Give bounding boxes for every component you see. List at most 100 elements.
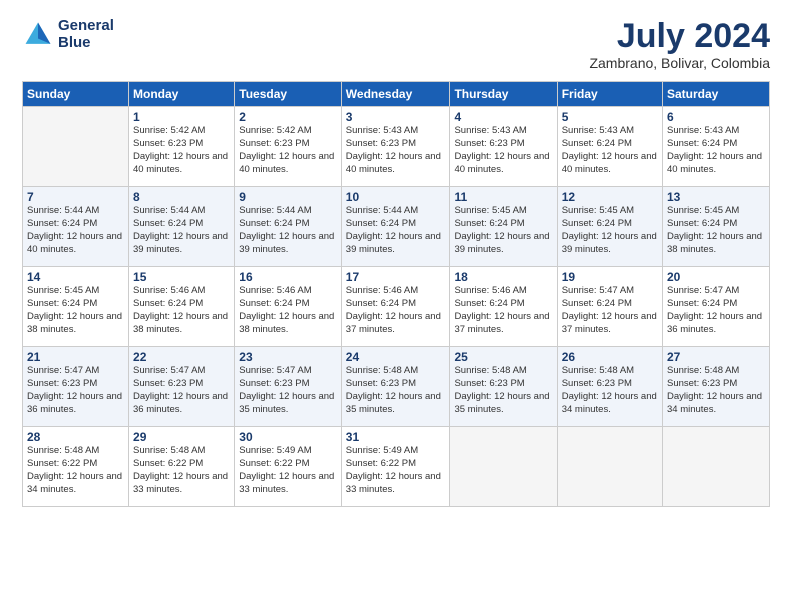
day-cell: 21 Sunrise: 5:47 AM Sunset: 6:23 PM Dayl… xyxy=(23,347,129,427)
day-cell: 26 Sunrise: 5:48 AM Sunset: 6:23 PM Dayl… xyxy=(557,347,662,427)
week-row-3: 14 Sunrise: 5:45 AM Sunset: 6:24 PM Dayl… xyxy=(23,267,770,347)
logo: General Blue xyxy=(22,18,114,51)
day-info: Sunrise: 5:47 AM Sunset: 6:23 PM Dayligh… xyxy=(27,365,124,416)
day-info: Sunrise: 5:47 AM Sunset: 6:24 PM Dayligh… xyxy=(562,285,658,336)
day-cell: 29 Sunrise: 5:48 AM Sunset: 6:22 PM Dayl… xyxy=(129,427,235,507)
day-cell: 19 Sunrise: 5:47 AM Sunset: 6:24 PM Dayl… xyxy=(557,267,662,347)
day-cell: 6 Sunrise: 5:43 AM Sunset: 6:24 PM Dayli… xyxy=(663,107,770,187)
day-cell: 3 Sunrise: 5:43 AM Sunset: 6:23 PM Dayli… xyxy=(341,107,450,187)
day-number: 24 xyxy=(346,350,446,364)
day-cell: 1 Sunrise: 5:42 AM Sunset: 6:23 PM Dayli… xyxy=(129,107,235,187)
day-number: 19 xyxy=(562,270,658,284)
col-tuesday: Tuesday xyxy=(235,82,342,107)
day-info: Sunrise: 5:46 AM Sunset: 6:24 PM Dayligh… xyxy=(454,285,552,336)
day-cell: 16 Sunrise: 5:46 AM Sunset: 6:24 PM Dayl… xyxy=(235,267,342,347)
title-block: July 2024 Zambrano, Bolivar, Colombia xyxy=(589,18,770,71)
day-number: 22 xyxy=(133,350,230,364)
day-number: 4 xyxy=(454,110,552,124)
day-info: Sunrise: 5:48 AM Sunset: 6:22 PM Dayligh… xyxy=(133,445,230,496)
day-number: 6 xyxy=(667,110,765,124)
day-number: 16 xyxy=(239,270,337,284)
day-cell: 18 Sunrise: 5:46 AM Sunset: 6:24 PM Dayl… xyxy=(450,267,557,347)
day-cell xyxy=(450,427,557,507)
day-cell: 12 Sunrise: 5:45 AM Sunset: 6:24 PM Dayl… xyxy=(557,187,662,267)
day-number: 7 xyxy=(27,190,124,204)
day-cell: 25 Sunrise: 5:48 AM Sunset: 6:23 PM Dayl… xyxy=(450,347,557,427)
week-row-1: 1 Sunrise: 5:42 AM Sunset: 6:23 PM Dayli… xyxy=(23,107,770,187)
week-row-2: 7 Sunrise: 5:44 AM Sunset: 6:24 PM Dayli… xyxy=(23,187,770,267)
day-cell: 11 Sunrise: 5:45 AM Sunset: 6:24 PM Dayl… xyxy=(450,187,557,267)
col-monday: Monday xyxy=(129,82,235,107)
day-cell: 2 Sunrise: 5:42 AM Sunset: 6:23 PM Dayli… xyxy=(235,107,342,187)
day-number: 17 xyxy=(346,270,446,284)
day-number: 27 xyxy=(667,350,765,364)
day-cell: 15 Sunrise: 5:46 AM Sunset: 6:24 PM Dayl… xyxy=(129,267,235,347)
day-info: Sunrise: 5:48 AM Sunset: 6:23 PM Dayligh… xyxy=(346,365,446,416)
day-cell: 13 Sunrise: 5:45 AM Sunset: 6:24 PM Dayl… xyxy=(663,187,770,267)
day-cell: 7 Sunrise: 5:44 AM Sunset: 6:24 PM Dayli… xyxy=(23,187,129,267)
col-thursday: Thursday xyxy=(450,82,557,107)
day-info: Sunrise: 5:47 AM Sunset: 6:24 PM Dayligh… xyxy=(667,285,765,336)
calendar-body: 1 Sunrise: 5:42 AM Sunset: 6:23 PM Dayli… xyxy=(23,107,770,507)
day-info: Sunrise: 5:48 AM Sunset: 6:23 PM Dayligh… xyxy=(562,365,658,416)
day-number: 13 xyxy=(667,190,765,204)
day-info: Sunrise: 5:48 AM Sunset: 6:22 PM Dayligh… xyxy=(27,445,124,496)
day-cell xyxy=(557,427,662,507)
day-info: Sunrise: 5:48 AM Sunset: 6:23 PM Dayligh… xyxy=(454,365,552,416)
week-row-4: 21 Sunrise: 5:47 AM Sunset: 6:23 PM Dayl… xyxy=(23,347,770,427)
day-cell: 28 Sunrise: 5:48 AM Sunset: 6:22 PM Dayl… xyxy=(23,427,129,507)
day-cell: 22 Sunrise: 5:47 AM Sunset: 6:23 PM Dayl… xyxy=(129,347,235,427)
day-cell: 23 Sunrise: 5:47 AM Sunset: 6:23 PM Dayl… xyxy=(235,347,342,427)
day-number: 2 xyxy=(239,110,337,124)
month-title: July 2024 xyxy=(589,18,770,55)
day-number: 15 xyxy=(133,270,230,284)
day-cell: 5 Sunrise: 5:43 AM Sunset: 6:24 PM Dayli… xyxy=(557,107,662,187)
day-number: 30 xyxy=(239,430,337,444)
day-info: Sunrise: 5:45 AM Sunset: 6:24 PM Dayligh… xyxy=(562,205,658,256)
day-cell: 14 Sunrise: 5:45 AM Sunset: 6:24 PM Dayl… xyxy=(23,267,129,347)
day-number: 3 xyxy=(346,110,446,124)
day-number: 25 xyxy=(454,350,552,364)
day-number: 23 xyxy=(239,350,337,364)
day-number: 9 xyxy=(239,190,337,204)
col-sunday: Sunday xyxy=(23,82,129,107)
day-number: 31 xyxy=(346,430,446,444)
day-info: Sunrise: 5:49 AM Sunset: 6:22 PM Dayligh… xyxy=(346,445,446,496)
day-info: Sunrise: 5:47 AM Sunset: 6:23 PM Dayligh… xyxy=(239,365,337,416)
day-cell xyxy=(663,427,770,507)
day-number: 5 xyxy=(562,110,658,124)
day-info: Sunrise: 5:44 AM Sunset: 6:24 PM Dayligh… xyxy=(346,205,446,256)
day-cell: 27 Sunrise: 5:48 AM Sunset: 6:23 PM Dayl… xyxy=(663,347,770,427)
day-info: Sunrise: 5:44 AM Sunset: 6:24 PM Dayligh… xyxy=(239,205,337,256)
col-saturday: Saturday xyxy=(663,82,770,107)
day-number: 14 xyxy=(27,270,124,284)
day-info: Sunrise: 5:46 AM Sunset: 6:24 PM Dayligh… xyxy=(239,285,337,336)
col-wednesday: Wednesday xyxy=(341,82,450,107)
logo-text: General Blue xyxy=(58,18,114,51)
week-row-5: 28 Sunrise: 5:48 AM Sunset: 6:22 PM Dayl… xyxy=(23,427,770,507)
header: General Blue July 2024 Zambrano, Bolivar… xyxy=(22,18,770,71)
day-cell: 20 Sunrise: 5:47 AM Sunset: 6:24 PM Dayl… xyxy=(663,267,770,347)
day-info: Sunrise: 5:43 AM Sunset: 6:23 PM Dayligh… xyxy=(454,125,552,176)
day-number: 1 xyxy=(133,110,230,124)
day-cell: 10 Sunrise: 5:44 AM Sunset: 6:24 PM Dayl… xyxy=(341,187,450,267)
col-friday: Friday xyxy=(557,82,662,107)
logo-icon xyxy=(22,19,54,51)
day-number: 11 xyxy=(454,190,552,204)
day-cell: 30 Sunrise: 5:49 AM Sunset: 6:22 PM Dayl… xyxy=(235,427,342,507)
day-info: Sunrise: 5:47 AM Sunset: 6:23 PM Dayligh… xyxy=(133,365,230,416)
day-cell: 17 Sunrise: 5:46 AM Sunset: 6:24 PM Dayl… xyxy=(341,267,450,347)
page: General Blue July 2024 Zambrano, Bolivar… xyxy=(0,0,792,612)
day-number: 20 xyxy=(667,270,765,284)
day-info: Sunrise: 5:45 AM Sunset: 6:24 PM Dayligh… xyxy=(27,285,124,336)
day-number: 12 xyxy=(562,190,658,204)
location: Zambrano, Bolivar, Colombia xyxy=(589,55,770,71)
calendar-table: Sunday Monday Tuesday Wednesday Thursday… xyxy=(22,81,770,507)
day-number: 29 xyxy=(133,430,230,444)
day-cell: 4 Sunrise: 5:43 AM Sunset: 6:23 PM Dayli… xyxy=(450,107,557,187)
day-cell: 9 Sunrise: 5:44 AM Sunset: 6:24 PM Dayli… xyxy=(235,187,342,267)
day-info: Sunrise: 5:46 AM Sunset: 6:24 PM Dayligh… xyxy=(133,285,230,336)
day-info: Sunrise: 5:45 AM Sunset: 6:24 PM Dayligh… xyxy=(454,205,552,256)
day-info: Sunrise: 5:48 AM Sunset: 6:23 PM Dayligh… xyxy=(667,365,765,416)
day-number: 21 xyxy=(27,350,124,364)
